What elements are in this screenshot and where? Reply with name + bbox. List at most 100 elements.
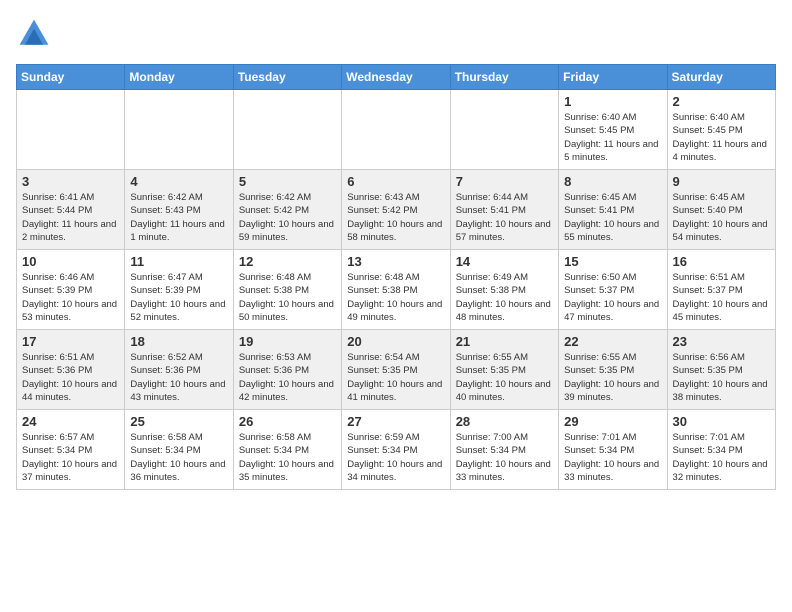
day-number: 16 xyxy=(673,254,770,269)
day-info: Sunrise: 6:43 AM Sunset: 5:42 PM Dayligh… xyxy=(347,191,444,244)
calendar-cell: 18Sunrise: 6:52 AM Sunset: 5:36 PM Dayli… xyxy=(125,330,233,410)
day-info: Sunrise: 6:55 AM Sunset: 5:35 PM Dayligh… xyxy=(456,351,553,404)
day-number: 27 xyxy=(347,414,444,429)
calendar-cell: 15 Sunrise: 6:50 AM Sunset: 5:37 PM Dayli… xyxy=(559,250,667,330)
week-row-3: 10 Sunrise: 6:46 AM Sunset: 5:39 PM Dayli… xyxy=(17,250,776,330)
calendar-cell: 20 Sunrise: 6:54 AM Sunset: 5:35 PM Dayli… xyxy=(342,330,450,410)
day-number: 12 xyxy=(239,254,336,269)
day-number: 19 xyxy=(239,334,336,349)
day-number: 28 xyxy=(456,414,553,429)
calendar-cell: 13 Sunrise: 6:48 AM Sunset: 5:38 PM Dayli… xyxy=(342,250,450,330)
day-number: 11 xyxy=(130,254,227,269)
calendar-cell xyxy=(342,90,450,170)
day-number: 4 xyxy=(130,174,227,189)
calendar-cell: 21 Sunrise: 6:55 AM Sunset: 5:35 PM Dayli… xyxy=(450,330,558,410)
day-number: 25 xyxy=(130,414,227,429)
day-number: 29 xyxy=(564,414,661,429)
header-saturday: Saturday xyxy=(667,65,775,90)
header-thursday: Thursday xyxy=(450,65,558,90)
day-number: 10 xyxy=(22,254,119,269)
day-info: Sunrise: 6:47 AM Sunset: 5:39 PM Dayligh… xyxy=(130,271,227,324)
day-number: 26 xyxy=(239,414,336,429)
day-number: 1 xyxy=(564,94,661,109)
calendar-cell: 6 Sunrise: 6:43 AM Sunset: 5:42 PM Daylig… xyxy=(342,170,450,250)
week-row-1: 1 Sunrise: 6:40 AM Sunset: 5:45 PM Daylig… xyxy=(17,90,776,170)
day-info: Sunrise: 6:42 AM Sunset: 5:43 PM Dayligh… xyxy=(130,191,227,244)
week-row-4: 17 Sunrise: 6:51 AM Sunset: 5:36 PM Dayli… xyxy=(17,330,776,410)
calendar-cell: 4 Sunrise: 6:42 AM Sunset: 5:43 PM Daylig… xyxy=(125,170,233,250)
page-header xyxy=(16,16,776,52)
calendar-cell: 1 Sunrise: 6:40 AM Sunset: 5:45 PM Daylig… xyxy=(559,90,667,170)
calendar-cell: 24Sunrise: 6:57 AM Sunset: 5:34 PM Dayli… xyxy=(17,410,125,490)
calendar-cell: 19 Sunrise: 6:53 AM Sunset: 5:36 PM Dayli… xyxy=(233,330,341,410)
day-number: 5 xyxy=(239,174,336,189)
day-number: 13 xyxy=(347,254,444,269)
day-number: 6 xyxy=(347,174,444,189)
header-monday: Monday xyxy=(125,65,233,90)
day-info: Sunrise: 6:50 AM Sunset: 5:37 PM Dayligh… xyxy=(564,271,661,324)
header-friday: Friday xyxy=(559,65,667,90)
calendar-cell: 7Sunrise: 6:44 AM Sunset: 5:41 PM Daylig… xyxy=(450,170,558,250)
day-info: Sunrise: 6:40 AM Sunset: 5:45 PM Dayligh… xyxy=(564,111,661,164)
calendar-cell: 30Sunrise: 7:01 AM Sunset: 5:34 PM Dayli… xyxy=(667,410,775,490)
day-info: Sunrise: 6:58 AM Sunset: 5:34 PM Dayligh… xyxy=(239,431,336,484)
day-info: Sunrise: 6:45 AM Sunset: 5:41 PM Dayligh… xyxy=(564,191,661,244)
calendar-cell: 5 Sunrise: 6:42 AM Sunset: 5:42 PM Daylig… xyxy=(233,170,341,250)
calendar-cell xyxy=(233,90,341,170)
day-info: Sunrise: 6:51 AM Sunset: 5:37 PM Dayligh… xyxy=(673,271,770,324)
day-number: 3 xyxy=(22,174,119,189)
day-info: Sunrise: 6:46 AM Sunset: 5:39 PM Dayligh… xyxy=(22,271,119,324)
logo xyxy=(16,16,56,52)
logo-icon xyxy=(16,16,52,52)
header-sunday: Sunday xyxy=(17,65,125,90)
day-info: Sunrise: 6:48 AM Sunset: 5:38 PM Dayligh… xyxy=(347,271,444,324)
week-row-5: 24Sunrise: 6:57 AM Sunset: 5:34 PM Dayli… xyxy=(17,410,776,490)
calendar-cell: 2 Sunrise: 6:40 AM Sunset: 5:45 PM Daylig… xyxy=(667,90,775,170)
day-number: 17 xyxy=(22,334,119,349)
calendar-cell: 27 Sunrise: 6:59 AM Sunset: 5:34 PM Dayli… xyxy=(342,410,450,490)
calendar-table: SundayMondayTuesdayWednesdayThursdayFrid… xyxy=(16,64,776,490)
calendar-cell: 11 Sunrise: 6:47 AM Sunset: 5:39 PM Dayli… xyxy=(125,250,233,330)
day-number: 2 xyxy=(673,94,770,109)
calendar-body: 1 Sunrise: 6:40 AM Sunset: 5:45 PM Daylig… xyxy=(17,90,776,490)
day-info: Sunrise: 6:52 AM Sunset: 5:36 PM Dayligh… xyxy=(130,351,227,404)
day-number: 23 xyxy=(673,334,770,349)
day-number: 8 xyxy=(564,174,661,189)
day-info: Sunrise: 6:58 AM Sunset: 5:34 PM Dayligh… xyxy=(130,431,227,484)
day-info: Sunrise: 7:00 AM Sunset: 5:34 PM Dayligh… xyxy=(456,431,553,484)
calendar-cell xyxy=(125,90,233,170)
calendar-cell: 9Sunrise: 6:45 AM Sunset: 5:40 PM Daylig… xyxy=(667,170,775,250)
day-info: Sunrise: 6:49 AM Sunset: 5:38 PM Dayligh… xyxy=(456,271,553,324)
calendar-cell: 14Sunrise: 6:49 AM Sunset: 5:38 PM Dayli… xyxy=(450,250,558,330)
calendar-cell: 28 Sunrise: 7:00 AM Sunset: 5:34 PM Dayli… xyxy=(450,410,558,490)
calendar-cell: 8 Sunrise: 6:45 AM Sunset: 5:41 PM Daylig… xyxy=(559,170,667,250)
calendar-cell: 3 Sunrise: 6:41 AM Sunset: 5:44 PM Daylig… xyxy=(17,170,125,250)
calendar-cell: 10 Sunrise: 6:46 AM Sunset: 5:39 PM Dayli… xyxy=(17,250,125,330)
day-number: 21 xyxy=(456,334,553,349)
day-info: Sunrise: 6:51 AM Sunset: 5:36 PM Dayligh… xyxy=(22,351,119,404)
header-wednesday: Wednesday xyxy=(342,65,450,90)
header-tuesday: Tuesday xyxy=(233,65,341,90)
day-number: 15 xyxy=(564,254,661,269)
calendar-cell: 26 Sunrise: 6:58 AM Sunset: 5:34 PM Dayli… xyxy=(233,410,341,490)
day-info: Sunrise: 6:45 AM Sunset: 5:40 PM Dayligh… xyxy=(673,191,770,244)
day-number: 20 xyxy=(347,334,444,349)
day-info: Sunrise: 6:57 AM Sunset: 5:34 PM Dayligh… xyxy=(22,431,119,484)
day-info: Sunrise: 6:55 AM Sunset: 5:35 PM Dayligh… xyxy=(564,351,661,404)
calendar-cell: 17 Sunrise: 6:51 AM Sunset: 5:36 PM Dayli… xyxy=(17,330,125,410)
calendar-cell: 22 Sunrise: 6:55 AM Sunset: 5:35 PM Dayli… xyxy=(559,330,667,410)
day-info: Sunrise: 7:01 AM Sunset: 5:34 PM Dayligh… xyxy=(564,431,661,484)
day-info: Sunrise: 6:41 AM Sunset: 5:44 PM Dayligh… xyxy=(22,191,119,244)
day-info: Sunrise: 6:56 AM Sunset: 5:35 PM Dayligh… xyxy=(673,351,770,404)
day-info: Sunrise: 6:59 AM Sunset: 5:34 PM Dayligh… xyxy=(347,431,444,484)
day-info: Sunrise: 6:48 AM Sunset: 5:38 PM Dayligh… xyxy=(239,271,336,324)
day-info: Sunrise: 6:53 AM Sunset: 5:36 PM Dayligh… xyxy=(239,351,336,404)
day-info: Sunrise: 6:42 AM Sunset: 5:42 PM Dayligh… xyxy=(239,191,336,244)
day-info: Sunrise: 6:54 AM Sunset: 5:35 PM Dayligh… xyxy=(347,351,444,404)
day-number: 22 xyxy=(564,334,661,349)
calendar-cell xyxy=(17,90,125,170)
header-row: SundayMondayTuesdayWednesdayThursdayFrid… xyxy=(17,65,776,90)
calendar-header: SundayMondayTuesdayWednesdayThursdayFrid… xyxy=(17,65,776,90)
calendar-cell: 12 Sunrise: 6:48 AM Sunset: 5:38 PM Dayli… xyxy=(233,250,341,330)
day-info: Sunrise: 6:40 AM Sunset: 5:45 PM Dayligh… xyxy=(673,111,770,164)
